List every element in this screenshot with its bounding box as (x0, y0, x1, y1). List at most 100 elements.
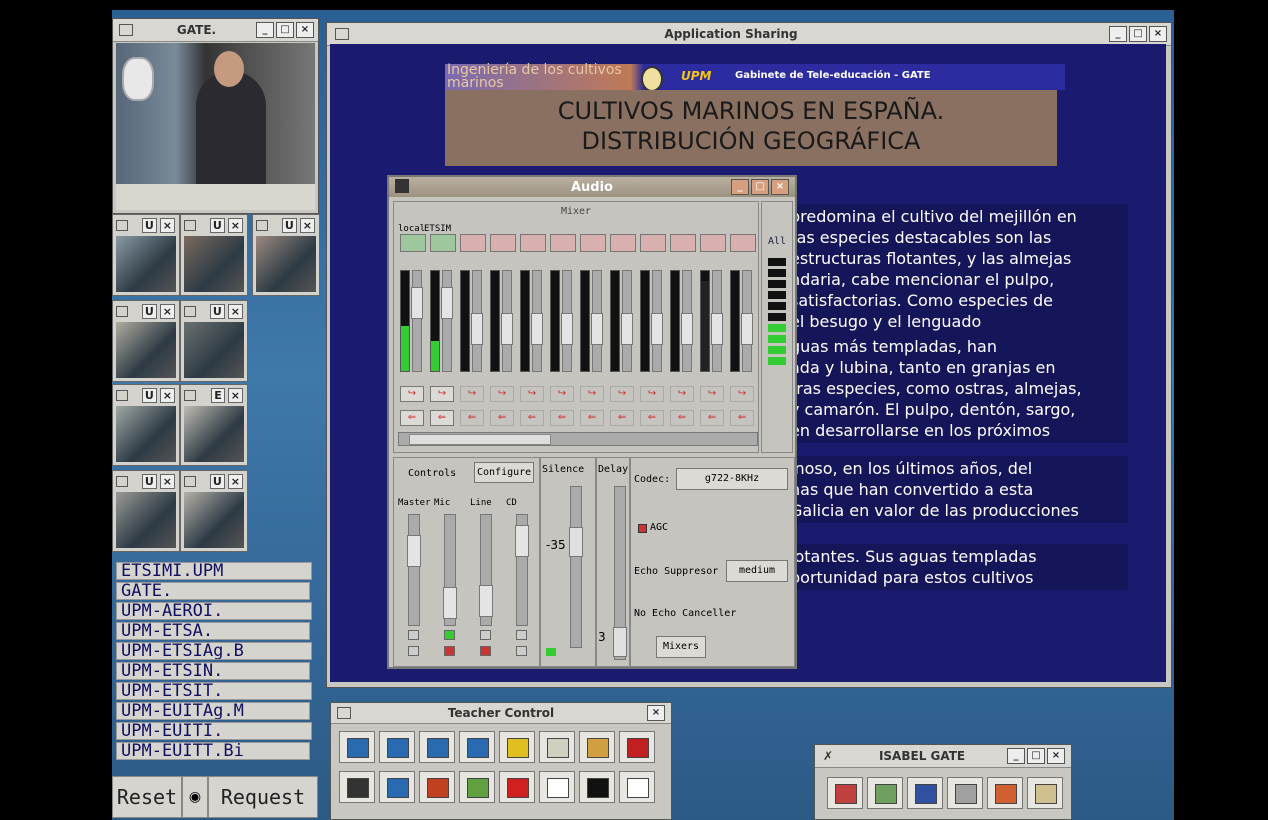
thumb-mode-button[interactable]: U (141, 217, 157, 233)
volume-slider-cd[interactable] (515, 514, 529, 626)
close-icon[interactable]: × (159, 303, 175, 319)
building-icon[interactable] (867, 777, 903, 809)
isabel-gate-titlebar[interactable]: ✗ ISABEL GATE _ □ × (815, 745, 1071, 768)
codec-select[interactable]: g722-8KHz (676, 468, 788, 490)
audio-route-icon[interactable]: ↪ (520, 386, 544, 402)
volume-slider-thumb[interactable] (479, 585, 493, 617)
mixer-scrollbar[interactable] (398, 432, 758, 446)
close-icon[interactable]: × (227, 473, 243, 489)
audio-back-icon[interactable]: ⇐ (580, 410, 604, 426)
channel-slider[interactable] (741, 270, 753, 372)
minimize-icon[interactable]: _ (1007, 748, 1025, 764)
window-menu-icon[interactable] (184, 389, 196, 401)
audio-back-icon[interactable]: ⇐ (400, 410, 424, 426)
channel-slider[interactable] (591, 270, 603, 372)
thumb-mode-button[interactable]: U (209, 473, 225, 489)
volume-slider-line[interactable] (479, 514, 493, 626)
maximize-icon[interactable]: □ (1027, 748, 1045, 764)
mute-toggle-icon[interactable] (430, 234, 456, 252)
delay-slider-thumb[interactable] (613, 627, 627, 657)
close-icon[interactable]: × (771, 179, 789, 195)
thumb-mode-button[interactable]: U (141, 473, 157, 489)
video-thumbnail[interactable]: U × (112, 214, 180, 296)
video-thumbnail[interactable]: U × (180, 300, 248, 382)
video-thumbnail[interactable]: E × (180, 384, 248, 466)
window-menu-icon[interactable] (256, 219, 268, 231)
channel-slider-thumb[interactable] (741, 313, 753, 345)
window-menu-icon[interactable] (335, 28, 349, 40)
thumb-mode-button[interactable]: U (141, 387, 157, 403)
volume-slider-thumb[interactable] (443, 587, 457, 619)
mute-toggle-icon[interactable] (490, 234, 516, 252)
audio-route-icon[interactable]: ↪ (400, 386, 424, 402)
audio-route-icon[interactable]: ↪ (430, 386, 454, 402)
request-button[interactable]: Request (208, 776, 318, 818)
refresh-icon[interactable] (419, 771, 455, 803)
classroom-icon[interactable] (539, 731, 575, 763)
window-menu-icon[interactable] (184, 475, 196, 487)
dropdown-icon[interactable] (539, 771, 575, 803)
close-icon[interactable]: × (227, 217, 243, 233)
mixers-button[interactable]: Mixers (656, 636, 706, 658)
monitor-icon[interactable] (339, 731, 375, 763)
channel-slider[interactable] (711, 270, 723, 372)
exit-door-icon[interactable] (1027, 777, 1063, 809)
site-list-item[interactable]: UPM-ETSA. (116, 622, 310, 640)
minimize-icon[interactable]: _ (1109, 26, 1127, 42)
video-thumbnail[interactable]: U × (112, 384, 180, 466)
channel-slider[interactable] (561, 270, 573, 372)
audio-route-icon[interactable]: ↪ (730, 386, 754, 402)
channel-slider-thumb[interactable] (711, 313, 723, 345)
window-menu-icon[interactable] (337, 707, 351, 719)
channel-slider-thumb[interactable] (471, 313, 483, 345)
volume-slider-mic[interactable] (443, 514, 457, 626)
channel-slider[interactable] (621, 270, 633, 372)
audio-back-icon[interactable]: ⇐ (520, 410, 544, 426)
close-icon[interactable]: × (159, 217, 175, 233)
line-tool-icon[interactable] (579, 771, 615, 803)
maximize-icon[interactable]: □ (1129, 26, 1147, 42)
site-list-item[interactable]: ETSIMI.UPM (116, 562, 312, 580)
channel-slider-thumb[interactable] (441, 287, 453, 319)
mute-toggle-icon[interactable] (670, 234, 696, 252)
mute-toggle-icon[interactable] (610, 234, 636, 252)
channel-slider[interactable] (681, 270, 693, 372)
tab-configure[interactable]: Configure (474, 462, 535, 483)
close-icon[interactable]: × (299, 217, 315, 233)
site-list-item[interactable]: UPM-EUITAg.M (116, 702, 310, 720)
close-icon[interactable]: × (159, 387, 175, 403)
site-list-item[interactable]: UPM-AEROI. (116, 602, 312, 620)
window-menu-icon[interactable] (116, 475, 128, 487)
close-icon[interactable]: × (1047, 748, 1065, 764)
audio-route-icon[interactable]: ↪ (460, 386, 484, 402)
site-list-item[interactable]: UPM-ETSIT. (116, 682, 312, 700)
audio-back-icon[interactable]: ⇐ (460, 410, 484, 426)
channel-slider-thumb[interactable] (651, 313, 663, 345)
thumb-mode-button[interactable]: U (209, 303, 225, 319)
maximize-icon[interactable]: □ (751, 179, 769, 195)
audio-route-icon[interactable]: ↪ (490, 386, 514, 402)
tab-controls[interactable]: Controls (408, 468, 456, 479)
site-list-item[interactable]: UPM-ETSIN. (116, 662, 310, 680)
channel-slider[interactable] (411, 270, 423, 372)
audio-route-icon[interactable]: ↪ (610, 386, 634, 402)
pen-icon[interactable] (459, 771, 495, 803)
camera-icon[interactable]: ◉ (182, 776, 208, 818)
close-icon[interactable]: × (227, 387, 243, 403)
window-menu-icon[interactable] (116, 389, 128, 401)
mute-toggle-icon[interactable] (580, 234, 606, 252)
channel-slider[interactable] (531, 270, 543, 372)
audio-back-icon[interactable]: ⇐ (490, 410, 514, 426)
delay-slider[interactable] (613, 486, 627, 660)
pencil-book-icon[interactable] (579, 731, 615, 763)
audio-route-icon[interactable]: ↪ (550, 386, 574, 402)
silence-slider[interactable] (569, 486, 583, 648)
mute-toggle-icon[interactable] (730, 234, 756, 252)
minimize-icon[interactable]: _ (731, 179, 749, 195)
mute-toggle-icon[interactable] (460, 234, 486, 252)
window-menu-icon[interactable] (184, 219, 196, 231)
site-list-item[interactable]: UPM-EUITT.Bi (116, 742, 310, 760)
snake-icon[interactable] (499, 771, 535, 803)
gate-titlebar[interactable]: GATE. _ □ × (113, 19, 318, 42)
close-icon[interactable]: × (296, 22, 314, 38)
